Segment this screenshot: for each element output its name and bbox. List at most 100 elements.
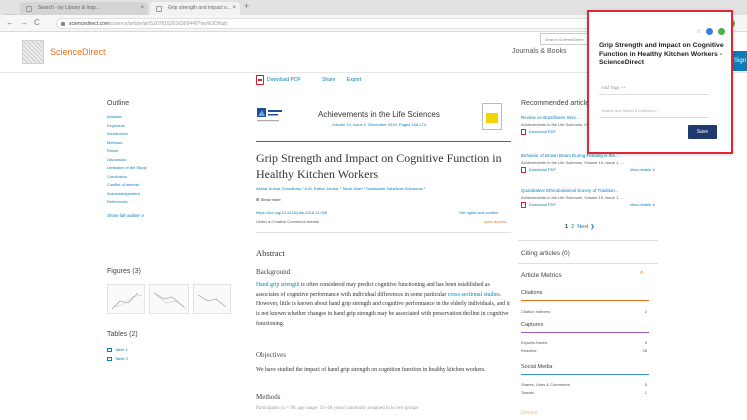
- doi-link[interactable]: https://doi.org/10.1016/j.als.2016.11.00…: [256, 210, 327, 215]
- journal-cover-image[interactable]: [482, 103, 502, 130]
- outline-heading: Outline: [107, 100, 130, 107]
- metric-row: Readers: 26: [521, 348, 649, 353]
- metric-label: Readers:: [521, 348, 538, 353]
- extension-icon[interactable]: [718, 28, 725, 35]
- close-icon[interactable]: ×: [140, 2, 144, 15]
- outline-item[interactable]: Acknowledgement: [107, 190, 237, 199]
- page-2[interactable]: 2: [571, 224, 574, 230]
- figure-thumbnail[interactable]: [107, 284, 145, 314]
- download-pdf-link[interactable]: Download PDF: [529, 129, 556, 134]
- journals-books-link[interactable]: Journals & Books: [512, 48, 566, 55]
- table-link-label: Table 1: [115, 347, 128, 352]
- pdf-icon: [521, 128, 526, 135]
- pdf-icon: [521, 201, 526, 208]
- browser-tab[interactable]: Search - by Library & Insp... ×: [20, 2, 148, 15]
- recommended-source: Achievements in the Life Sciences, Volum…: [521, 195, 624, 200]
- popup-page-title: Grip Strength and Impact on Cognitive Fu…: [599, 42, 724, 66]
- metric-category: Citations: [521, 290, 543, 296]
- divider: [256, 141, 511, 142]
- citing-articles-toggle[interactable]: Citing articles (0): [521, 250, 570, 257]
- outline-item[interactable]: Discussion: [107, 156, 237, 165]
- star-icon[interactable]: ☆: [696, 29, 701, 35]
- methods-paragraph: Participants (n = 90, age range: 35–40 y…: [256, 406, 419, 411]
- metric-label: Tweets:: [521, 390, 535, 395]
- show-more-toggle[interactable]: ⊞ Show more: [256, 197, 281, 202]
- publisher-logo[interactable]: [256, 106, 284, 126]
- elsevier-tree-logo[interactable]: [22, 40, 44, 64]
- outline-item[interactable]: Methods: [107, 139, 237, 148]
- license-text[interactable]: Under a Creative Commons license: [256, 219, 319, 224]
- browser-tab-active[interactable]: Grip strength and impact o... ×: [150, 2, 240, 15]
- divider: [256, 232, 511, 233]
- divider: [518, 240, 658, 241]
- extension-icon[interactable]: [706, 28, 714, 35]
- table-link[interactable]: Table 1: [107, 347, 128, 352]
- outline-item[interactable]: Conclusion: [107, 173, 237, 182]
- metric-category-bar: [521, 332, 649, 333]
- signin-button[interactable]: Sign in: [732, 51, 747, 84]
- metric-value: 1: [644, 390, 647, 395]
- article-metrics-heading[interactable]: Article Metrics: [521, 272, 562, 279]
- metric-value: 2: [644, 309, 647, 314]
- window-controls[interactable]: [5, 4, 17, 17]
- author-list[interactable]: Akhtar Kumar Choudhary ¹ A.M. Rabiul Jau…: [256, 186, 425, 191]
- figure-thumbnails: [107, 284, 235, 318]
- download-pdf-link[interactable]: Download PDF: [529, 167, 556, 172]
- pdf-icon: [256, 75, 264, 85]
- figure-thumbnail[interactable]: [193, 284, 231, 314]
- outline-item[interactable]: Abstract: [107, 113, 237, 122]
- recommended-source: Achievements in the Life Sciences, Volum…: [521, 160, 624, 165]
- recommended-title-link[interactable]: Quantitative Ethnobotanical Survey of Tr…: [521, 187, 661, 194]
- outline-item[interactable]: Conflict of interest: [107, 181, 237, 190]
- show-full-outline-link[interactable]: Show full outline ∨: [107, 213, 237, 219]
- save-button[interactable]: Save: [688, 125, 717, 139]
- methods-heading: Methods: [256, 393, 281, 401]
- download-pdf-button[interactable]: Download PDF: [256, 75, 311, 85]
- figure-thumbnail[interactable]: [149, 284, 189, 314]
- reload-button[interactable]: C: [34, 18, 40, 27]
- objectives-heading: Objectives: [256, 351, 286, 359]
- download-pdf-link[interactable]: Download PDF: [529, 202, 556, 207]
- tables-heading: Tables (2): [107, 331, 138, 338]
- tags-input[interactable]: Add Tags ++: [599, 81, 709, 95]
- inline-topic-link[interactable]: cross-sectional studies: [448, 292, 500, 298]
- view-details-link[interactable]: View details ∨: [630, 201, 655, 209]
- metric-row: Citation Indexes: 2: [521, 309, 649, 314]
- metric-category: Social Media: [521, 364, 553, 370]
- collection-select[interactable]: Search and Select a Collection...: [599, 104, 709, 118]
- divider: [518, 263, 658, 264]
- outline-item[interactable]: Keywords: [107, 122, 237, 131]
- rights-link[interactable]: Get rights and content: [459, 210, 498, 215]
- journal-issue-link[interactable]: Volume 10, Issue 2, December 2016, Pages…: [332, 122, 426, 127]
- outline-item[interactable]: Result: [107, 147, 237, 156]
- inline-topic-link[interactable]: Hand grip strength: [256, 282, 299, 288]
- new-tab-button[interactable]: +: [244, 1, 249, 11]
- outline-item[interactable]: References: [107, 198, 237, 207]
- table-icon: [107, 356, 112, 361]
- recommended-actions: Download PDF View details ∨: [521, 166, 661, 174]
- export-button[interactable]: Export: [347, 77, 361, 83]
- close-icon[interactable]: ×: [232, 2, 236, 15]
- metric-category: Captures: [521, 322, 544, 328]
- pagination: 1 2 Next ❯: [565, 224, 595, 230]
- page-1[interactable]: 1: [565, 224, 568, 230]
- view-details-link[interactable]: View details ∨: [630, 166, 655, 174]
- tab-favicon-icon: [156, 6, 162, 12]
- metric-label: Citation Indexes:: [521, 309, 551, 314]
- table-link[interactable]: Table 2: [107, 356, 128, 361]
- back-button[interactable]: ←: [6, 18, 14, 27]
- next-page-button[interactable]: Next ❯: [577, 224, 594, 230]
- journal-title[interactable]: Achievements in the Life Sciences: [318, 110, 440, 119]
- forward-button[interactable]: →: [20, 18, 28, 27]
- chevron-up-icon[interactable]: ^: [640, 271, 643, 278]
- popup-toolbar-icons: ☆: [696, 28, 725, 35]
- outline-item[interactable]: Limitation of the Study: [107, 164, 237, 173]
- metric-label: Shares, Likes & Comments:: [521, 382, 571, 387]
- article-title: Grip Strength and Impact on Cognitive Fu…: [256, 151, 502, 181]
- tab-label: Grip strength and impact o...: [168, 5, 232, 11]
- outline-item[interactable]: Introduction: [107, 130, 237, 139]
- figures-heading: Figures (3): [107, 268, 141, 275]
- metric-category-bar: [521, 300, 649, 301]
- brand-logo-text[interactable]: ScienceDirect: [50, 47, 106, 57]
- share-button[interactable]: Share: [322, 77, 335, 83]
